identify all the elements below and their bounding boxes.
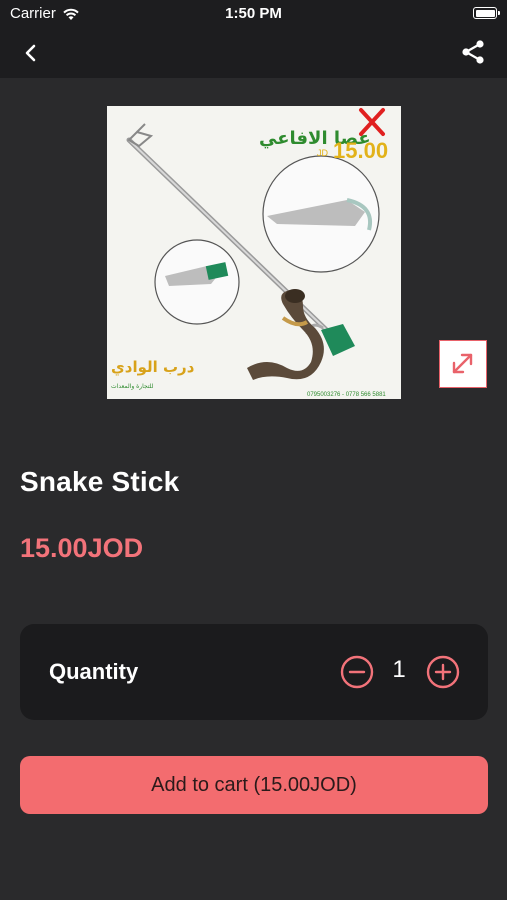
- quantity-increment-button[interactable]: [426, 655, 460, 689]
- image-phone: 0795003276 - 0778 566 5881: [307, 392, 386, 398]
- share-icon: [462, 40, 484, 64]
- image-price-tag: 15.00: [333, 138, 388, 163]
- quantity-label: Quantity: [49, 659, 139, 684]
- chevron-left-icon: [25, 44, 36, 62]
- share-button[interactable]: [459, 38, 487, 66]
- image-brand-tagline: للتجارة والمعدات: [111, 383, 154, 390]
- quantity-card: Quantity 1: [20, 624, 488, 720]
- status-bar: Carrier 1:50 PM: [0, 0, 507, 28]
- expand-image-button[interactable]: [439, 340, 487, 388]
- product-photo: عصا الافاعي 15.00 JD درب الوادي للتجارة …: [111, 108, 388, 398]
- image-price-currency: JD: [317, 148, 329, 158]
- battery-icon: [473, 7, 500, 19]
- status-time: 1:50 PM: [225, 5, 282, 22]
- expand-arrows-icon: [452, 353, 473, 374]
- product-image[interactable]: عصا الافاعي 15.00 JD درب الوادي للتجارة …: [107, 106, 401, 399]
- back-button[interactable]: [18, 40, 44, 66]
- nav-bar: [0, 28, 507, 78]
- image-brand: درب الوادي: [111, 358, 195, 377]
- plus-circle-icon: [426, 655, 460, 689]
- quantity-decrement-button[interactable]: [340, 655, 374, 689]
- add-to-cart-button[interactable]: Add to cart (15.00JOD): [20, 756, 488, 814]
- quantity-value: 1: [392, 656, 406, 683]
- product-price: 15.00JOD: [20, 533, 144, 563]
- product-title: Snake Stick: [20, 466, 180, 497]
- minus-circle-icon: [340, 655, 374, 689]
